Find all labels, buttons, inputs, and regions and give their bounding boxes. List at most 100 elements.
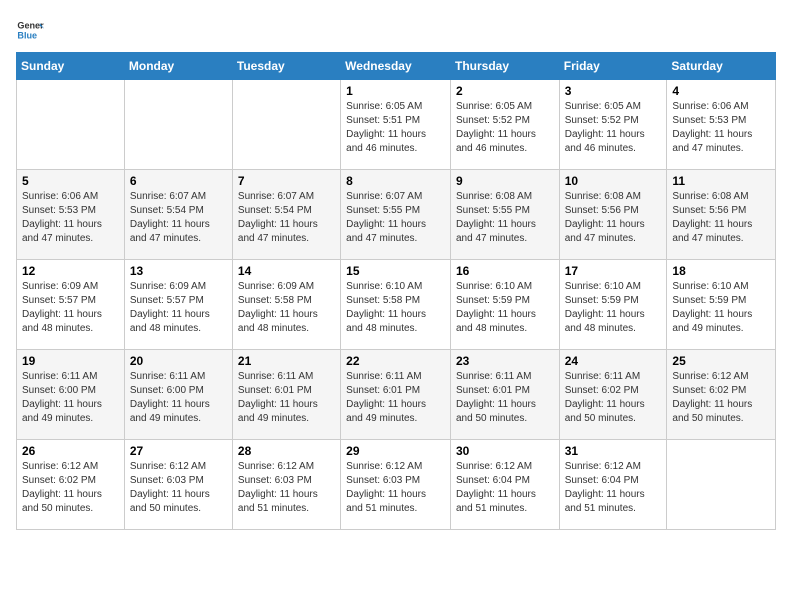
day-info: Sunrise: 6:08 AMSunset: 5:56 PMDaylight:… — [565, 190, 662, 246]
day-number: 14 — [238, 264, 335, 278]
weekday-header-wednesday: Wednesday — [341, 53, 451, 80]
day-info: Sunrise: 6:12 AMSunset: 6:03 PMDaylight:… — [346, 460, 445, 516]
day-number: 25 — [672, 354, 770, 368]
day-info: Sunrise: 6:07 AMSunset: 5:55 PMDaylight:… — [346, 190, 445, 246]
day-info: Sunrise: 6:08 AMSunset: 5:56 PMDaylight:… — [672, 190, 770, 246]
calendar-cell: 24 Sunrise: 6:11 AMSunset: 6:02 PMDaylig… — [559, 350, 667, 440]
day-number: 7 — [238, 174, 335, 188]
day-info: Sunrise: 6:10 AMSunset: 5:59 PMDaylight:… — [565, 280, 662, 336]
day-number: 10 — [565, 174, 662, 188]
day-info: Sunrise: 6:07 AMSunset: 5:54 PMDaylight:… — [238, 190, 335, 246]
day-number: 12 — [22, 264, 119, 278]
calendar-cell: 9 Sunrise: 6:08 AMSunset: 5:55 PMDayligh… — [450, 170, 559, 260]
calendar-cell — [232, 80, 340, 170]
calendar-cell: 28 Sunrise: 6:12 AMSunset: 6:03 PMDaylig… — [232, 440, 340, 530]
calendar-cell: 4 Sunrise: 6:06 AMSunset: 5:53 PMDayligh… — [667, 80, 776, 170]
calendar-cell: 6 Sunrise: 6:07 AMSunset: 5:54 PMDayligh… — [124, 170, 232, 260]
calendar-cell: 5 Sunrise: 6:06 AMSunset: 5:53 PMDayligh… — [17, 170, 125, 260]
day-info: Sunrise: 6:10 AMSunset: 5:58 PMDaylight:… — [346, 280, 445, 336]
day-number: 8 — [346, 174, 445, 188]
calendar-cell: 29 Sunrise: 6:12 AMSunset: 6:03 PMDaylig… — [341, 440, 451, 530]
calendar-cell: 23 Sunrise: 6:11 AMSunset: 6:01 PMDaylig… — [450, 350, 559, 440]
day-number: 24 — [565, 354, 662, 368]
weekday-header-thursday: Thursday — [450, 53, 559, 80]
weekday-header-saturday: Saturday — [667, 53, 776, 80]
weekday-header-sunday: Sunday — [17, 53, 125, 80]
day-number: 29 — [346, 444, 445, 458]
day-info: Sunrise: 6:12 AMSunset: 6:02 PMDaylight:… — [672, 370, 770, 426]
calendar-cell: 2 Sunrise: 6:05 AMSunset: 5:52 PMDayligh… — [450, 80, 559, 170]
calendar-cell: 15 Sunrise: 6:10 AMSunset: 5:58 PMDaylig… — [341, 260, 451, 350]
day-info: Sunrise: 6:05 AMSunset: 5:51 PMDaylight:… — [346, 100, 445, 156]
calendar-table: SundayMondayTuesdayWednesdayThursdayFrid… — [16, 52, 776, 530]
svg-text:Blue: Blue — [17, 30, 37, 40]
day-info: Sunrise: 6:11 AMSunset: 6:01 PMDaylight:… — [238, 370, 335, 426]
day-info: Sunrise: 6:12 AMSunset: 6:02 PMDaylight:… — [22, 460, 119, 516]
day-info: Sunrise: 6:09 AMSunset: 5:57 PMDaylight:… — [22, 280, 119, 336]
calendar-cell: 20 Sunrise: 6:11 AMSunset: 6:00 PMDaylig… — [124, 350, 232, 440]
calendar-cell: 27 Sunrise: 6:12 AMSunset: 6:03 PMDaylig… — [124, 440, 232, 530]
logo: General Blue — [16, 16, 44, 44]
calendar-cell — [17, 80, 125, 170]
calendar-cell: 17 Sunrise: 6:10 AMSunset: 5:59 PMDaylig… — [559, 260, 667, 350]
calendar-week-row: 19 Sunrise: 6:11 AMSunset: 6:00 PMDaylig… — [17, 350, 776, 440]
calendar-week-row: 1 Sunrise: 6:05 AMSunset: 5:51 PMDayligh… — [17, 80, 776, 170]
calendar-cell: 12 Sunrise: 6:09 AMSunset: 5:57 PMDaylig… — [17, 260, 125, 350]
calendar-cell: 10 Sunrise: 6:08 AMSunset: 5:56 PMDaylig… — [559, 170, 667, 260]
calendar-cell: 25 Sunrise: 6:12 AMSunset: 6:02 PMDaylig… — [667, 350, 776, 440]
day-info: Sunrise: 6:10 AMSunset: 5:59 PMDaylight:… — [456, 280, 554, 336]
calendar-cell: 8 Sunrise: 6:07 AMSunset: 5:55 PMDayligh… — [341, 170, 451, 260]
calendar-week-row: 5 Sunrise: 6:06 AMSunset: 5:53 PMDayligh… — [17, 170, 776, 260]
day-number: 3 — [565, 84, 662, 98]
day-info: Sunrise: 6:12 AMSunset: 6:03 PMDaylight:… — [238, 460, 335, 516]
day-number: 26 — [22, 444, 119, 458]
day-number: 13 — [130, 264, 227, 278]
day-number: 31 — [565, 444, 662, 458]
day-info: Sunrise: 6:12 AMSunset: 6:04 PMDaylight:… — [565, 460, 662, 516]
weekday-header-monday: Monday — [124, 53, 232, 80]
calendar-cell: 1 Sunrise: 6:05 AMSunset: 5:51 PMDayligh… — [341, 80, 451, 170]
day-number: 27 — [130, 444, 227, 458]
day-info: Sunrise: 6:11 AMSunset: 6:02 PMDaylight:… — [565, 370, 662, 426]
day-number: 30 — [456, 444, 554, 458]
day-number: 18 — [672, 264, 770, 278]
day-info: Sunrise: 6:12 AMSunset: 6:03 PMDaylight:… — [130, 460, 227, 516]
day-number: 1 — [346, 84, 445, 98]
calendar-cell: 31 Sunrise: 6:12 AMSunset: 6:04 PMDaylig… — [559, 440, 667, 530]
day-number: 2 — [456, 84, 554, 98]
calendar-cell: 21 Sunrise: 6:11 AMSunset: 6:01 PMDaylig… — [232, 350, 340, 440]
day-number: 5 — [22, 174, 119, 188]
calendar-cell: 11 Sunrise: 6:08 AMSunset: 5:56 PMDaylig… — [667, 170, 776, 260]
logo-icon: General Blue — [16, 16, 44, 44]
day-number: 11 — [672, 174, 770, 188]
calendar-week-row: 12 Sunrise: 6:09 AMSunset: 5:57 PMDaylig… — [17, 260, 776, 350]
day-info: Sunrise: 6:10 AMSunset: 5:59 PMDaylight:… — [672, 280, 770, 336]
day-info: Sunrise: 6:09 AMSunset: 5:57 PMDaylight:… — [130, 280, 227, 336]
day-number: 9 — [456, 174, 554, 188]
day-number: 23 — [456, 354, 554, 368]
weekday-header-tuesday: Tuesday — [232, 53, 340, 80]
calendar-cell — [667, 440, 776, 530]
day-number: 4 — [672, 84, 770, 98]
day-info: Sunrise: 6:11 AMSunset: 6:00 PMDaylight:… — [130, 370, 227, 426]
day-info: Sunrise: 6:06 AMSunset: 5:53 PMDaylight:… — [672, 100, 770, 156]
calendar-cell: 14 Sunrise: 6:09 AMSunset: 5:58 PMDaylig… — [232, 260, 340, 350]
day-number: 17 — [565, 264, 662, 278]
day-info: Sunrise: 6:11 AMSunset: 6:01 PMDaylight:… — [346, 370, 445, 426]
day-info: Sunrise: 6:05 AMSunset: 5:52 PMDaylight:… — [565, 100, 662, 156]
day-info: Sunrise: 6:08 AMSunset: 5:55 PMDaylight:… — [456, 190, 554, 246]
day-number: 21 — [238, 354, 335, 368]
day-number: 16 — [456, 264, 554, 278]
day-info: Sunrise: 6:11 AMSunset: 6:01 PMDaylight:… — [456, 370, 554, 426]
day-info: Sunrise: 6:12 AMSunset: 6:04 PMDaylight:… — [456, 460, 554, 516]
calendar-cell: 22 Sunrise: 6:11 AMSunset: 6:01 PMDaylig… — [341, 350, 451, 440]
calendar-cell: 30 Sunrise: 6:12 AMSunset: 6:04 PMDaylig… — [450, 440, 559, 530]
weekday-header-row: SundayMondayTuesdayWednesdayThursdayFrid… — [17, 53, 776, 80]
day-number: 15 — [346, 264, 445, 278]
day-info: Sunrise: 6:09 AMSunset: 5:58 PMDaylight:… — [238, 280, 335, 336]
calendar-cell: 18 Sunrise: 6:10 AMSunset: 5:59 PMDaylig… — [667, 260, 776, 350]
calendar-week-row: 26 Sunrise: 6:12 AMSunset: 6:02 PMDaylig… — [17, 440, 776, 530]
weekday-header-friday: Friday — [559, 53, 667, 80]
day-number: 22 — [346, 354, 445, 368]
day-info: Sunrise: 6:07 AMSunset: 5:54 PMDaylight:… — [130, 190, 227, 246]
